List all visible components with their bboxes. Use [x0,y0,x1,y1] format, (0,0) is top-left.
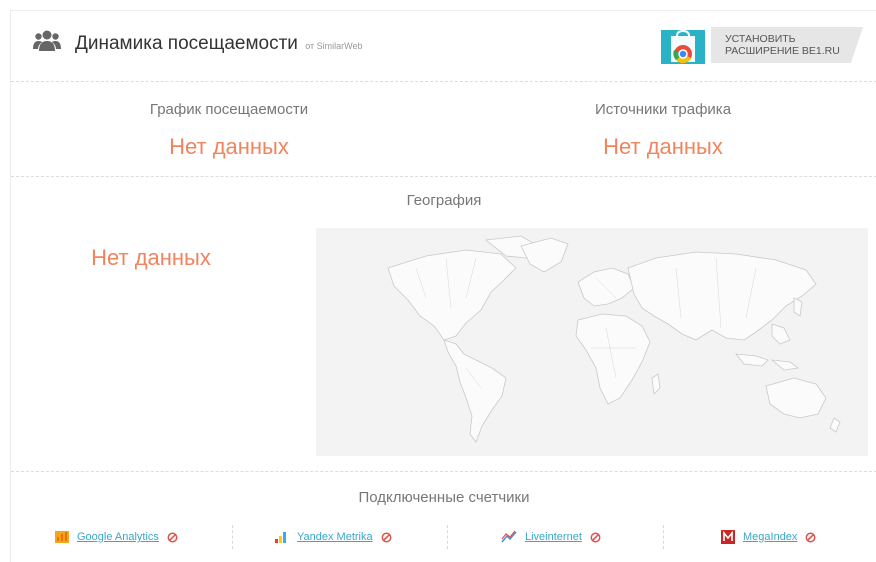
ban-icon [805,532,816,542]
counter-separator [447,525,448,549]
traffic-sources-title: Источники трафика [594,101,732,118]
yandex-metrika-icon [275,532,286,543]
title-text: Динамика посещаемости [75,33,298,54]
liveinternet-icon [501,530,517,543]
counter-megaindex: MegaIndex [721,525,816,549]
counters-title: Подключенные счетчики [358,489,530,506]
traffic-sources-no-data: Нет данных [603,134,723,159]
divider [11,471,876,472]
counter-separator [232,525,233,549]
megaindex-icon [721,530,735,544]
card-header: Динамика посещаемости от SimilarWeb УСТА… [11,11,876,81]
google-analytics-link[interactable]: Google Analytics [77,531,159,543]
counters-list: Google Analytics Yandex Metrika Liveinte… [11,525,876,549]
divider [11,81,876,82]
ban-icon [381,532,392,542]
traffic-chart-title: График посещаемости [149,101,309,118]
liveinternet-link[interactable]: Liveinternet [525,531,582,543]
google-analytics-icon [55,531,69,543]
install-line-2: РАСШИРЕНИЕ BE1.RU [725,45,840,57]
install-extension-button[interactable]: УСТАНОВИТЬ РАСШИРЕНИЕ BE1.RU [653,27,863,64]
yandex-metrika-link[interactable]: Yandex Metrika [297,531,373,543]
counter-yandex-metrika: Yandex Metrika [275,525,392,549]
install-line-1: УСТАНОВИТЬ [725,33,796,45]
traffic-card: Динамика посещаемости от SimilarWeb УСТА… [10,10,876,562]
install-button-label: УСТАНОВИТЬ РАСШИРЕНИЕ BE1.RU [725,33,840,57]
world-map [316,228,868,456]
counter-google-analytics: Google Analytics [55,525,178,549]
world-map-graphic [387,235,841,443]
geography-title: География [406,192,482,209]
chrome-store-icon [661,30,705,64]
ban-icon [167,532,178,542]
megaindex-link[interactable]: MegaIndex [743,531,797,543]
counter-separator [663,525,664,549]
counter-liveinternet: Liveinternet [501,525,601,549]
divider [11,176,876,177]
ban-icon [590,532,601,542]
title-source: от SimilarWeb [305,41,363,51]
users-icon [33,30,61,51]
geography-no-data: Нет данных [91,245,211,270]
card-title: Динамика посещаемости от SimilarWeb [75,33,363,55]
traffic-no-data: Нет данных [169,134,289,159]
